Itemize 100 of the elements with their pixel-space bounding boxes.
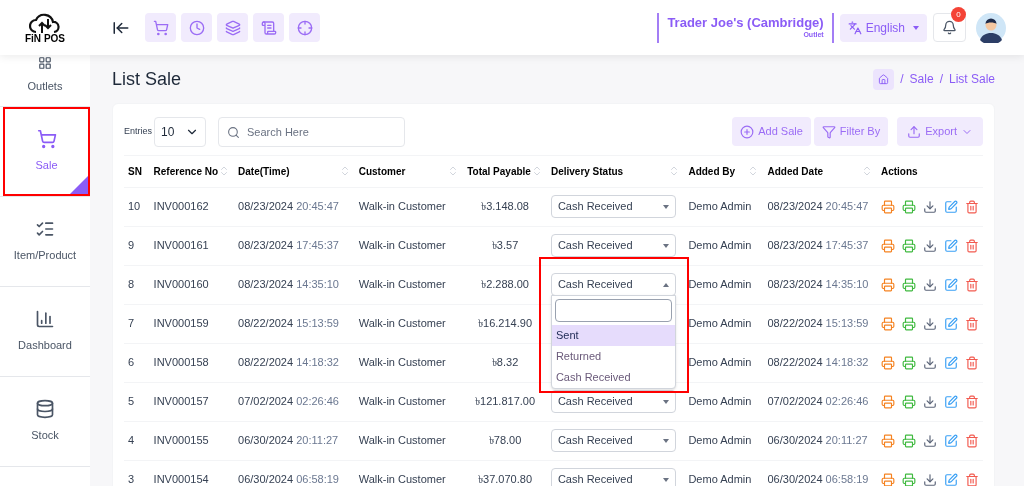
sidebar-item[interactable]: Stock: [0, 377, 90, 466]
table-cell: 9: [128, 239, 135, 252]
status-select[interactable]: Cash Received: [550, 195, 676, 218]
table-cell: ৳78.00: [488, 434, 522, 447]
status-value: Cash Received: [557, 199, 633, 215]
print-icon[interactable]: [901, 394, 916, 409]
cart-icon: [36, 129, 57, 150]
column-header: Actions: [880, 164, 918, 179]
dropdown-option[interactable]: Cash Received: [551, 366, 675, 388]
delete-icon[interactable]: [964, 433, 979, 448]
delete-icon[interactable]: [964, 316, 979, 331]
download-icon[interactable]: [922, 238, 937, 253]
breadcrumb-separator: /: [939, 71, 943, 88]
status-value: Cash Received: [557, 433, 633, 449]
print-icon[interactable]: [880, 238, 895, 253]
document-button[interactable]: [253, 13, 284, 42]
logo-text: FiN POS: [25, 33, 65, 44]
edit-icon[interactable]: [943, 277, 958, 292]
print-icon[interactable]: [901, 472, 916, 486]
home-button[interactable]: [873, 68, 895, 90]
table-cell: Walk-in Customer: [358, 434, 446, 447]
download-icon[interactable]: [922, 199, 937, 214]
delete-icon[interactable]: [964, 394, 979, 409]
table-cell: 08/23/2024 20:45:47: [238, 200, 339, 213]
table-cell: ৳16.214.90: [478, 317, 532, 330]
edit-icon[interactable]: [943, 394, 958, 409]
caret-down-icon: [913, 25, 919, 30]
column-header: Date(Time): [238, 164, 290, 179]
status-select[interactable]: Cash Received: [550, 429, 676, 452]
sidebar-item[interactable]: Dashboard: [0, 287, 90, 376]
delete-icon[interactable]: [964, 277, 979, 292]
search-icon: [227, 125, 240, 139]
edit-icon[interactable]: [943, 199, 958, 214]
print-icon[interactable]: [880, 394, 895, 409]
print-icon[interactable]: [880, 199, 895, 214]
dropdown-search-field[interactable]: [554, 298, 672, 322]
table-cell: Walk-in Customer: [358, 473, 446, 486]
edit-icon[interactable]: [943, 433, 958, 448]
table-cell: INV000162: [153, 200, 209, 213]
table-cell: 10: [128, 200, 141, 213]
download-icon[interactable]: [922, 433, 937, 448]
edit-icon[interactable]: [943, 472, 958, 486]
print-icon[interactable]: [901, 238, 916, 253]
delete-icon[interactable]: [964, 472, 979, 486]
download-icon[interactable]: [922, 355, 937, 370]
language-button[interactable]: English: [839, 13, 927, 42]
status-select[interactable]: Cash Received: [550, 234, 676, 257]
print-icon[interactable]: [901, 199, 916, 214]
search-field[interactable]: Search Here: [218, 116, 405, 147]
table-cell: Demo Admin: [688, 200, 752, 213]
status-value: Cash Received: [557, 472, 633, 486]
table-cell: INV000159: [153, 317, 209, 330]
edit-icon[interactable]: [943, 316, 958, 331]
sidebar-item[interactable]: Outlets: [0, 55, 90, 106]
table-cell: 08/23/2024 17:45:37: [767, 239, 869, 252]
table-cell: 08/23/2024 20:45:47: [767, 200, 869, 213]
print-icon[interactable]: [880, 433, 895, 448]
breadcrumb-link[interactable]: List Sale: [948, 70, 995, 88]
table-cell: Walk-in Customer: [358, 200, 446, 213]
edit-icon[interactable]: [943, 355, 958, 370]
print-icon[interactable]: [901, 433, 916, 448]
crosshair-button[interactable]: [289, 13, 320, 42]
download-icon[interactable]: [922, 394, 937, 409]
clock-button[interactable]: [181, 13, 212, 42]
edit-icon[interactable]: [943, 238, 958, 253]
print-icon[interactable]: [901, 355, 916, 370]
cart-button[interactable]: [145, 13, 176, 42]
print-icon[interactable]: [901, 316, 916, 331]
entries-select[interactable]: 10: [154, 116, 206, 147]
database-icon: [35, 399, 55, 420]
dropdown-option[interactable]: Returned: [551, 345, 675, 367]
sidebar-item[interactable]: Item/Product: [0, 197, 90, 286]
corner-triangle-icon: [70, 176, 88, 194]
delete-icon[interactable]: [964, 238, 979, 253]
status-select[interactable]: Cash Received: [550, 390, 676, 413]
print-icon[interactable]: [901, 277, 916, 292]
download-icon[interactable]: [922, 316, 937, 331]
breadcrumb-link[interactable]: Sale: [909, 70, 934, 88]
crosshair-icon: [296, 19, 313, 36]
avatar[interactable]: [976, 12, 1006, 43]
dropdown-option[interactable]: Sent: [551, 324, 675, 346]
table-cell: ৳8.32: [491, 356, 519, 369]
table-cell: 6: [128, 356, 135, 369]
status-select[interactable]: Cash Received: [550, 273, 676, 296]
print-icon[interactable]: [880, 355, 895, 370]
download-icon[interactable]: [922, 277, 937, 292]
table-cell: Walk-in Customer: [358, 395, 446, 408]
layers-button[interactable]: [217, 13, 248, 42]
table-cell: INV000161: [153, 239, 209, 252]
download-icon[interactable]: [922, 472, 937, 486]
table-cell: 06/30/2024 06:58:19: [767, 473, 869, 486]
status-select[interactable]: Cash Received: [550, 468, 676, 486]
print-icon[interactable]: [880, 316, 895, 331]
print-icon[interactable]: [880, 472, 895, 486]
sidebar-item[interactable]: Sale: [5, 109, 88, 194]
delete-icon[interactable]: [964, 355, 979, 370]
print-icon[interactable]: [880, 277, 895, 292]
table-cell: Demo Admin: [688, 239, 752, 252]
delete-icon[interactable]: [964, 199, 979, 214]
table-cell: 08/22/2024 15:13:59: [238, 317, 339, 330]
